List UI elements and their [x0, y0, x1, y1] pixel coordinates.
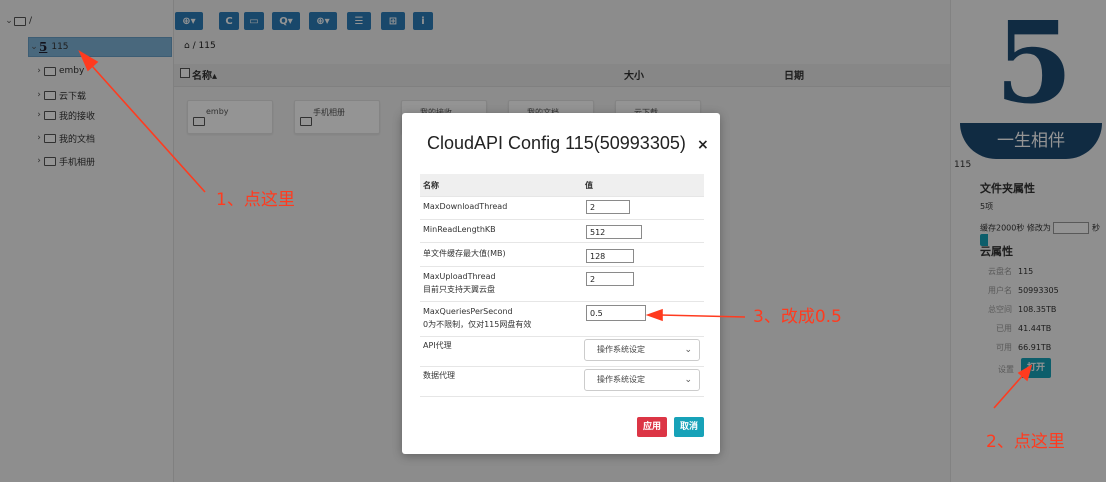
arrow-to-qps-input — [659, 314, 746, 318]
annotation-arrows — [78, 50, 1033, 409]
annotation-step-1: 1、点这里 — [216, 190, 295, 210]
arrowhead — [645, 308, 663, 322]
arrow-to-tree-item — [91, 65, 206, 193]
arrow-to-open-button — [993, 373, 1025, 409]
annotation-step-3: 3、改成0.5 — [753, 307, 842, 327]
annotation-step-2: 2、点这里 — [986, 432, 1065, 452]
arrowhead — [78, 50, 99, 72]
